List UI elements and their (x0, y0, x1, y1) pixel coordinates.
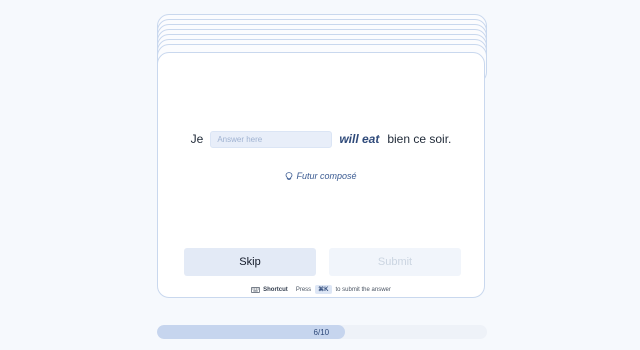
shortcut-key: ⌘K (315, 285, 332, 294)
shortcut-hint: Shortcut Press ⌘K to submit the answer (158, 285, 484, 294)
lightbulb-icon (286, 171, 293, 180)
progress-label: 6/10 (313, 327, 330, 337)
shortcut-press-text: Press (295, 286, 312, 293)
hint-text: Futur composé (296, 171, 357, 181)
shortcut-label: Shortcut (263, 286, 288, 293)
keyboard-icon (251, 286, 261, 293)
sentence-prefix: Je (190, 132, 204, 146)
submit-button[interactable]: Submit (329, 248, 461, 276)
verb-hint: will eat (339, 132, 380, 146)
exercise-sentence: Je will eat bien ce soir. (158, 129, 484, 149)
tense-hint: Futur composé (158, 171, 484, 181)
answer-input[interactable] (210, 130, 333, 148)
skip-button[interactable]: Skip (184, 248, 316, 276)
progress-bar: 6/10 (157, 325, 487, 339)
exercise-card: Je will eat bien ce soir. Futur composé … (157, 52, 485, 298)
shortcut-rest-text: to submit the answer (335, 286, 391, 293)
stacked-cards (157, 14, 487, 84)
sentence-suffix: bien ce soir. (387, 132, 452, 146)
